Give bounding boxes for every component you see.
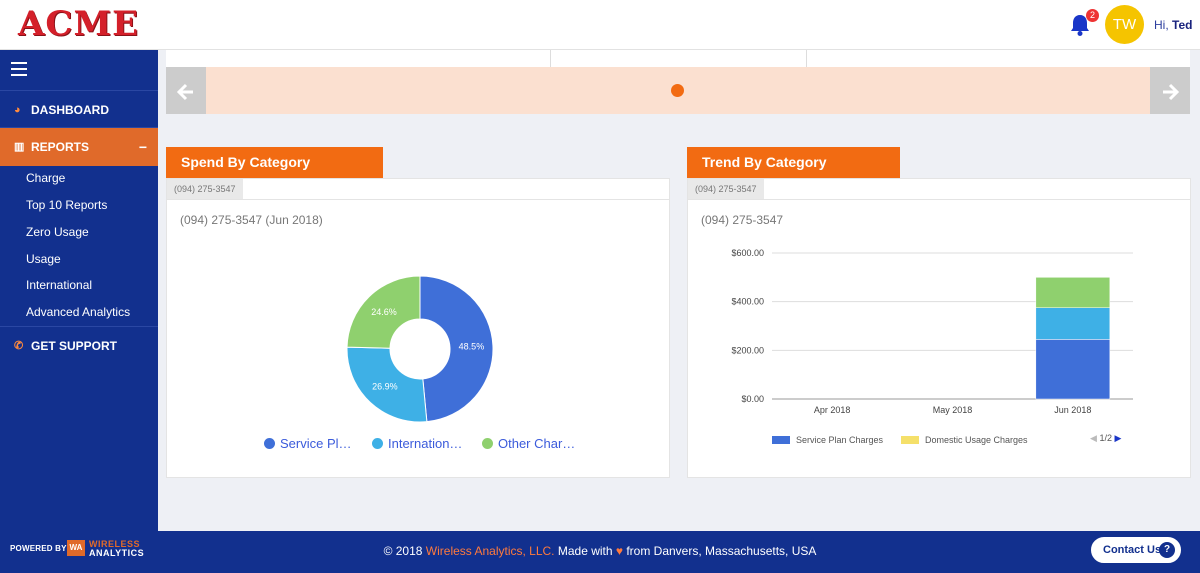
trend-panel: (094) 275-3547 (094) 275-3547 $0.00 $200.… xyxy=(687,178,1191,478)
sidebar-subitem-zero-usage[interactable]: Zero Usage xyxy=(26,225,89,239)
made-with-text: Made with xyxy=(554,544,616,558)
sidebar: ◕ DASHBOARD ▥ REPORTS − Charge Top 10 Re… xyxy=(0,50,158,531)
sidebar-subitem-advanced-analytics[interactable]: Advanced Analytics xyxy=(26,305,130,319)
slice-value-label: 24.6% xyxy=(371,307,397,317)
sidebar-subitem-international[interactable]: International xyxy=(26,278,92,292)
spend-panel: (094) 275-3547 (094) 275-3547 (Jun 2018)… xyxy=(166,178,670,478)
x-tick-label: Jun 2018 xyxy=(1054,405,1091,415)
legend-swatch xyxy=(772,436,790,444)
phone-tag[interactable]: (094) 275-3547 xyxy=(688,179,764,199)
sidebar-item-reports[interactable]: ▥ REPORTS − xyxy=(0,128,158,166)
sidebar-subitem-top-10-reports[interactable]: Top 10 Reports xyxy=(26,198,107,212)
sidebar-subitem-charge[interactable]: Charge xyxy=(26,171,65,185)
legend-item-domestic-usage-charges[interactable]: Domestic Usage Charges xyxy=(901,435,1028,445)
panel-separator xyxy=(688,199,1190,200)
stacked-bar-chart: $0.00 $200.00 $400.00 $600.00 Apr 2018 May 20… xyxy=(731,248,1133,415)
x-tick-label: Apr 2018 xyxy=(814,405,851,415)
strip-divider xyxy=(550,50,551,67)
legend-dot xyxy=(264,438,275,449)
strip-divider xyxy=(806,50,807,67)
greeting-prefix: Hi, xyxy=(1154,18,1172,32)
legend-label: Service Pl… xyxy=(280,436,352,451)
sidebar-item-get-support[interactable]: ✆ GET SUPPORT xyxy=(0,335,158,357)
donut-chart: 48.5% 26.9% 24.6% xyxy=(346,275,494,423)
heart-icon: ♥ xyxy=(615,544,623,558)
y-tick-label: $200.00 xyxy=(731,345,764,355)
notification-badge: 2 xyxy=(1086,9,1099,22)
y-tick-label: $0.00 xyxy=(741,394,764,404)
copyright-prefix: © 2018 xyxy=(383,544,426,558)
carousel-header-strip xyxy=(166,50,1190,67)
spend-panel-title: Spend By Category xyxy=(166,147,383,178)
legend-dot xyxy=(372,438,383,449)
user-greeting[interactable]: Hi, Ted xyxy=(1154,18,1192,32)
carousel-dot-active[interactable] xyxy=(671,84,684,97)
sidebar-divider xyxy=(0,326,158,327)
sidebar-item-label: GET SUPPORT xyxy=(31,339,118,353)
contact-us-label: Contact Us xyxy=(1103,544,1162,556)
panel-separator xyxy=(167,199,669,200)
legend-dot xyxy=(482,438,493,449)
contact-us-button[interactable]: Contact Us ? xyxy=(1091,537,1181,563)
hamburger-menu-icon[interactable] xyxy=(11,62,27,76)
legend-item-international[interactable]: Internation… xyxy=(372,436,462,451)
dashboard-icon: ◕ xyxy=(14,104,21,116)
legend-label: Service Plan Charges xyxy=(796,435,884,445)
legend-pager: ◀ 1/2 ▶ xyxy=(1090,433,1121,444)
collapse-icon[interactable]: − xyxy=(139,128,147,166)
arrow-left-icon[interactable] xyxy=(166,67,206,114)
phone-icon: ✆ xyxy=(14,340,24,352)
sidebar-item-label: DASHBOARD xyxy=(31,103,109,117)
question-icon: ? xyxy=(1159,542,1175,558)
phone-tag[interactable]: (094) 275-3547 xyxy=(167,179,243,199)
acme-logo[interactable]: ACME xyxy=(18,4,139,44)
bar-chart-icon: ▥ xyxy=(14,141,25,153)
pager-label: 1/2 xyxy=(1099,433,1112,443)
slice-value-label: 48.5% xyxy=(459,342,485,352)
sidebar-item-dashboard[interactable]: ◕ DASHBOARD xyxy=(0,90,158,128)
y-tick-label: $600.00 xyxy=(731,248,764,258)
pager-prev-icon[interactable]: ◀ xyxy=(1090,433,1097,443)
sidebar-subitem-usage[interactable]: Usage xyxy=(26,252,61,266)
pager-next-icon[interactable]: ▶ xyxy=(1114,433,1121,443)
top-header: ACME 2 TW Hi, Ted xyxy=(0,0,1200,50)
legend-swatch xyxy=(901,436,919,444)
legend-label: Internation… xyxy=(388,436,463,451)
legend-item-other-charges[interactable]: Other Char… xyxy=(482,436,575,451)
legend-label: Other Char… xyxy=(498,436,576,451)
carousel xyxy=(166,67,1190,114)
avatar[interactable]: TW xyxy=(1105,5,1144,44)
bar-segment[interactable] xyxy=(1035,277,1111,308)
location-text: from Danvers, Massachusetts, USA xyxy=(623,544,817,558)
x-tick-label: May 2018 xyxy=(933,405,973,415)
trend-panel-title: Trend By Category xyxy=(687,147,900,178)
bar-segment[interactable] xyxy=(1035,307,1111,340)
copyright-text: © 2018 Wireless Analytics, LLC. Made wit… xyxy=(0,544,1200,558)
footer: POWERED BY WA WIRELESS ANALYTICS © 2018 … xyxy=(0,531,1200,573)
legend-label: Domestic Usage Charges xyxy=(925,435,1028,445)
user-name: Ted xyxy=(1172,18,1193,32)
bar-segment[interactable] xyxy=(1035,339,1111,400)
slice-value-label: 26.9% xyxy=(372,382,398,392)
sidebar-item-label: REPORTS xyxy=(31,140,90,154)
legend-item-service-plan[interactable]: Service Pl… xyxy=(264,436,352,451)
arrow-right-icon[interactable] xyxy=(1150,67,1190,114)
y-tick-label: $400.00 xyxy=(731,297,764,307)
legend-item-service-plan-charges[interactable]: Service Plan Charges xyxy=(772,435,883,445)
copyright-brand-link[interactable]: Wireless Analytics, LLC. xyxy=(426,544,555,558)
